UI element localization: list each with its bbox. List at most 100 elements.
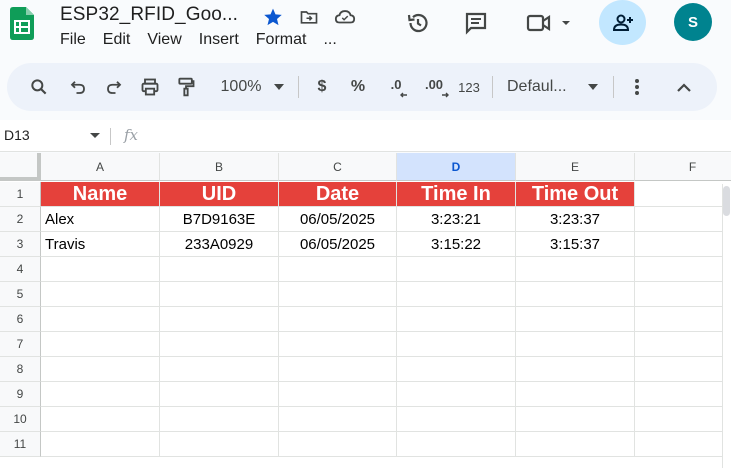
row-header-8[interactable]: 8 xyxy=(0,357,41,382)
row-header-10[interactable]: 10 xyxy=(0,407,41,432)
increase-decimal-button[interactable]: .00 xyxy=(419,63,449,111)
cell-f9[interactable] xyxy=(635,382,731,407)
zoom-select[interactable]: 100% xyxy=(212,63,270,111)
menu-insert[interactable]: Insert xyxy=(199,31,239,49)
cell-c10[interactable] xyxy=(279,407,397,432)
cell-f2[interactable] xyxy=(635,207,731,232)
cell-a6[interactable] xyxy=(41,307,160,332)
cell-a3[interactable]: Travis xyxy=(41,232,160,257)
cell-e6[interactable] xyxy=(516,307,635,332)
cell-d3[interactable]: 3:15:22 xyxy=(397,232,516,257)
cell-a8[interactable] xyxy=(41,357,160,382)
cell-c6[interactable] xyxy=(279,307,397,332)
cell-e3[interactable]: 3:15:37 xyxy=(516,232,635,257)
scrollbar-thumb[interactable] xyxy=(723,186,730,216)
cell-d1[interactable]: Time In xyxy=(397,182,516,207)
format-percent-button[interactable]: % xyxy=(347,63,369,111)
row-header-5[interactable]: 5 xyxy=(0,282,41,307)
row-header-6[interactable]: 6 xyxy=(0,307,41,332)
cell-f7[interactable] xyxy=(635,332,731,357)
cell-b8[interactable] xyxy=(160,357,279,382)
cell-e10[interactable] xyxy=(516,407,635,432)
cell-a7[interactable] xyxy=(41,332,160,357)
cell-e8[interactable] xyxy=(516,357,635,382)
font-chevron-down-icon[interactable] xyxy=(585,63,601,111)
decrease-decimal-button[interactable]: .0 xyxy=(383,63,409,111)
cell-e1[interactable]: Time Out xyxy=(516,182,635,207)
cell-d5[interactable] xyxy=(397,282,516,307)
cell-c1[interactable]: Date xyxy=(279,182,397,207)
font-select[interactable]: Defaul... xyxy=(507,63,577,111)
column-header-c[interactable]: C xyxy=(279,153,397,181)
row-header-9[interactable]: 9 xyxy=(0,382,41,407)
cell-b2[interactable]: B7D9163E xyxy=(160,207,279,232)
name-box[interactable]: D13 xyxy=(4,127,30,143)
cell-c8[interactable] xyxy=(279,357,397,382)
row-header-4[interactable]: 4 xyxy=(0,257,41,282)
cell-d9[interactable] xyxy=(397,382,516,407)
format-currency-button[interactable]: $ xyxy=(311,63,333,111)
cell-f1[interactable] xyxy=(635,182,731,207)
cell-c9[interactable] xyxy=(279,382,397,407)
cell-b7[interactable] xyxy=(160,332,279,357)
column-header-d[interactable]: D xyxy=(397,153,516,181)
column-header-a[interactable]: A xyxy=(41,153,160,181)
cell-d4[interactable] xyxy=(397,257,516,282)
cell-a5[interactable] xyxy=(41,282,160,307)
menu-view[interactable]: View xyxy=(147,31,181,49)
name-box-chevron-down-icon[interactable] xyxy=(90,133,100,138)
cell-b10[interactable] xyxy=(160,407,279,432)
redo-icon[interactable] xyxy=(101,63,127,111)
cell-b9[interactable] xyxy=(160,382,279,407)
cell-a10[interactable] xyxy=(41,407,160,432)
search-menus-icon[interactable] xyxy=(25,63,53,111)
row-header-3[interactable]: 3 xyxy=(0,232,41,257)
cell-c3[interactable]: 06/05/2025 xyxy=(279,232,397,257)
menu-format[interactable]: Format xyxy=(256,31,307,49)
version-history-icon[interactable] xyxy=(404,10,432,36)
cell-b6[interactable] xyxy=(160,307,279,332)
cell-e7[interactable] xyxy=(516,332,635,357)
cell-d10[interactable] xyxy=(397,407,516,432)
column-header-e[interactable]: E xyxy=(516,153,635,181)
star-icon[interactable] xyxy=(262,6,284,28)
zoom-chevron-down-icon[interactable] xyxy=(271,63,287,111)
undo-icon[interactable] xyxy=(65,63,91,111)
cell-f11[interactable] xyxy=(635,432,731,457)
paint-format-icon[interactable] xyxy=(173,63,199,111)
row-header-11[interactable]: 11 xyxy=(0,432,41,457)
cell-b5[interactable] xyxy=(160,282,279,307)
column-header-f[interactable]: F xyxy=(635,153,731,181)
cell-c7[interactable] xyxy=(279,332,397,357)
meet-video-icon[interactable] xyxy=(523,10,575,36)
cell-b4[interactable] xyxy=(160,257,279,282)
comments-icon[interactable] xyxy=(462,10,490,36)
menu-more[interactable]: ... xyxy=(323,31,336,49)
cell-c11[interactable] xyxy=(279,432,397,457)
cell-c4[interactable] xyxy=(279,257,397,282)
menu-file[interactable]: File xyxy=(60,31,86,49)
cell-d11[interactable] xyxy=(397,432,516,457)
more-options-icon[interactable] xyxy=(627,63,647,111)
sheets-logo-icon[interactable] xyxy=(10,7,34,40)
more-formats-button[interactable]: 123 xyxy=(456,63,482,111)
row-header-1[interactable]: 1 xyxy=(0,182,41,207)
cell-a9[interactable] xyxy=(41,382,160,407)
cell-e4[interactable] xyxy=(516,257,635,282)
account-avatar[interactable]: S xyxy=(674,3,712,41)
move-to-folder-icon[interactable] xyxy=(298,6,320,28)
cell-f4[interactable] xyxy=(635,257,731,282)
cell-d8[interactable] xyxy=(397,357,516,382)
select-all-corner[interactable] xyxy=(0,153,41,181)
cell-a4[interactable] xyxy=(41,257,160,282)
collapse-menus-chevron-up-icon[interactable] xyxy=(672,63,696,111)
cell-c5[interactable] xyxy=(279,282,397,307)
cell-d2[interactable]: 3:23:21 xyxy=(397,207,516,232)
cell-a2[interactable]: Alex xyxy=(41,207,160,232)
cloud-status-icon[interactable] xyxy=(334,6,356,28)
cell-e2[interactable]: 3:23:37 xyxy=(516,207,635,232)
row-header-2[interactable]: 2 xyxy=(0,207,41,232)
share-button[interactable] xyxy=(599,0,646,45)
cell-f10[interactable] xyxy=(635,407,731,432)
cell-f3[interactable] xyxy=(635,232,731,257)
